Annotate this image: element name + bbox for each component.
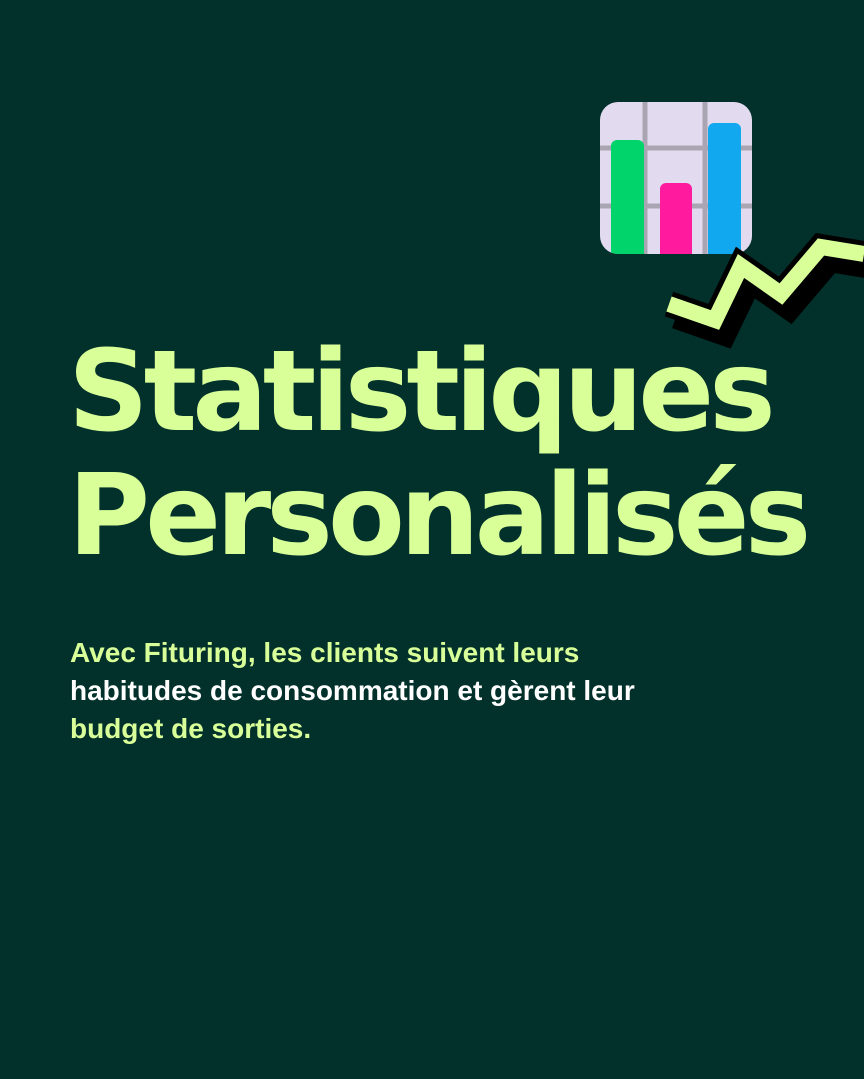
description-line-1: Avec Fituring, les clients suivent leurs bbox=[70, 637, 580, 668]
slide: Statistiques Personalisés Avec Fituring,… bbox=[0, 0, 864, 1079]
description-line-2: habitudes de consommation et gèrent leur bbox=[70, 675, 635, 706]
description-line-3: budget de sorties. bbox=[70, 713, 312, 744]
title-line-2: Personalisés bbox=[68, 451, 811, 581]
page-title: Statistiques Personalisés bbox=[68, 327, 811, 581]
description: Avec Fituring, les clients suivent leurs… bbox=[70, 634, 790, 748]
title-line-1: Statistiques bbox=[68, 327, 776, 457]
